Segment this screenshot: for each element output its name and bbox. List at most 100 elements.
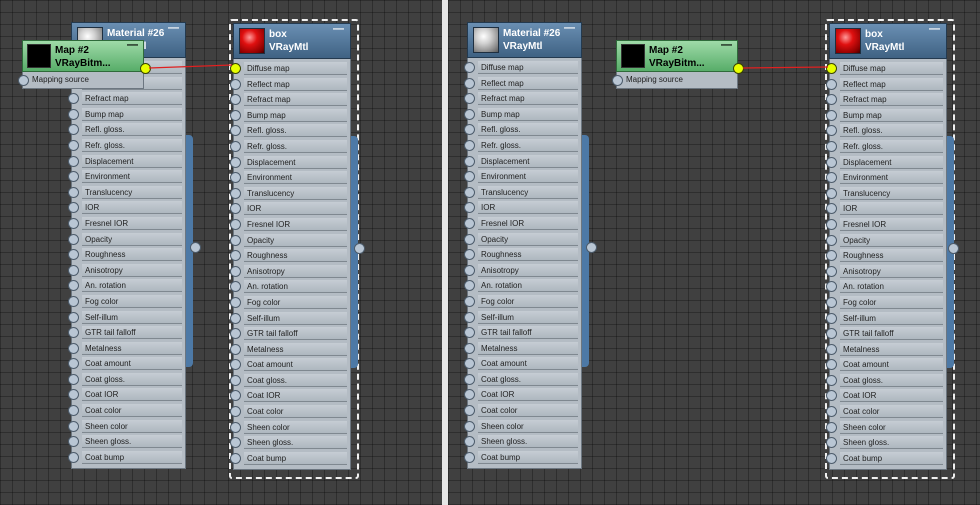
slot-coat-amount[interactable]: Coat amount — [464, 357, 578, 371]
slot-opacity[interactable]: Opacity — [464, 232, 578, 246]
slot-input-port[interactable] — [826, 234, 837, 246]
slot-input-port[interactable] — [464, 420, 475, 432]
slot-input-port[interactable] — [464, 389, 475, 401]
slot-self-illum[interactable]: Self-illum — [826, 311, 943, 325]
slot-fresnel-ior[interactable]: Fresnel IOR — [230, 217, 347, 231]
mapping-source-input-port[interactable] — [612, 75, 623, 86]
slot-input-port[interactable] — [464, 373, 475, 385]
slot-input-port[interactable] — [230, 63, 241, 74]
slot-roughness[interactable]: Roughness — [230, 249, 347, 263]
slot-opacity[interactable]: Opacity — [230, 233, 347, 247]
slot-coat-gloss[interactable]: Coat gloss. — [464, 372, 578, 386]
slot-input-port[interactable] — [464, 451, 475, 463]
slot-fog-color[interactable]: Fog color — [826, 295, 943, 309]
slot-input-port[interactable] — [230, 109, 241, 121]
slot-input-port[interactable] — [826, 140, 837, 152]
slot-coat-gloss[interactable]: Coat gloss. — [826, 373, 943, 387]
slot-input-port[interactable] — [464, 280, 475, 292]
slot-fresnel-ior[interactable]: Fresnel IOR — [826, 217, 943, 231]
slot-an-rotation[interactable]: An. rotation — [68, 279, 182, 293]
slot-input-port[interactable] — [68, 139, 79, 151]
slot-environment[interactable]: Environment — [230, 171, 347, 185]
slot-input-port[interactable] — [464, 139, 475, 151]
slot-displacement[interactable]: Displacement — [68, 154, 182, 168]
slot-input-port[interactable] — [464, 155, 475, 167]
slot-opacity[interactable]: Opacity — [826, 233, 943, 247]
slot-input-port[interactable] — [68, 264, 79, 276]
slot-input-port[interactable] — [68, 405, 79, 417]
minimize-icon[interactable]: — — [929, 23, 940, 35]
slot-coat-bump[interactable]: Coat bump — [68, 450, 182, 464]
slot-reflect-map[interactable]: Reflect map — [826, 77, 943, 91]
slot-refr-gloss[interactable]: Refr. gloss. — [68, 138, 182, 152]
slot-input-port[interactable] — [68, 280, 79, 292]
slot-ior[interactable]: IOR — [230, 202, 347, 216]
slot-input-port[interactable] — [826, 374, 837, 386]
slot-coat-amount[interactable]: Coat amount — [68, 357, 182, 371]
slot-input-port[interactable] — [464, 405, 475, 417]
slot-refr-gloss[interactable]: Refr. gloss. — [826, 139, 943, 153]
slot-sheen-color[interactable]: Sheen color — [230, 420, 347, 434]
slot-input-port[interactable] — [826, 250, 837, 262]
slot-coat-bump[interactable]: Coat bump — [826, 451, 943, 465]
slot-refl-gloss[interactable]: Refl. gloss. — [464, 123, 578, 137]
material-26-output-port[interactable] — [586, 242, 597, 253]
slot-input-port[interactable] — [826, 296, 837, 308]
slot-input-port[interactable] — [68, 358, 79, 370]
slot-input-port[interactable] — [230, 94, 241, 106]
slot-fog-color[interactable]: Fog color — [68, 294, 182, 308]
slot-translucency[interactable]: Translucency — [230, 186, 347, 200]
slot-input-port[interactable] — [826, 406, 837, 418]
map-2-mapping-source-slot[interactable]: Mapping source — [612, 72, 738, 89]
slot-self-illum[interactable]: Self-illum — [464, 310, 578, 324]
slot-sheen-color[interactable]: Sheen color — [68, 419, 182, 433]
slot-an-rotation[interactable]: An. rotation — [826, 280, 943, 294]
slot-displacement[interactable]: Displacement — [826, 155, 943, 169]
slot-input-port[interactable] — [68, 327, 79, 339]
slot-sheen-gloss[interactable]: Sheen gloss. — [68, 435, 182, 449]
slot-diffuse-map[interactable]: Diffuse map — [230, 62, 347, 75]
slot-reflect-map[interactable]: Reflect map — [464, 76, 578, 90]
slot-environment[interactable]: Environment — [68, 170, 182, 184]
map-2-node[interactable]: Map #2 VRayBitm... — Mapping source — [612, 39, 738, 97]
slot-roughness[interactable]: Roughness — [464, 248, 578, 262]
slot-input-port[interactable] — [826, 359, 837, 371]
minimize-icon[interactable]: — — [168, 22, 179, 34]
slot-an-rotation[interactable]: An. rotation — [464, 279, 578, 293]
slot-displacement[interactable]: Displacement — [230, 155, 347, 169]
material-26-node[interactable]: Material #26 VRayMtl — Diffuse map Reflec… — [464, 22, 589, 470]
slot-coat-color[interactable]: Coat color — [464, 404, 578, 418]
slot-input-port[interactable] — [464, 77, 475, 89]
slot-sheen-color[interactable]: Sheen color — [464, 419, 578, 433]
slot-input-port[interactable] — [68, 217, 79, 229]
slot-an-rotation[interactable]: An. rotation — [230, 280, 347, 294]
slot-roughness[interactable]: Roughness — [68, 248, 182, 262]
slot-coat-ior[interactable]: Coat IOR — [230, 389, 347, 403]
slot-self-illum[interactable]: Self-illum — [68, 310, 182, 324]
slot-anisotropy[interactable]: Anisotropy — [230, 264, 347, 278]
slot-input-port[interactable] — [68, 389, 79, 401]
slot-gtr-tail-falloff[interactable]: GTR tail falloff — [826, 327, 943, 341]
slot-input-port[interactable] — [826, 328, 837, 340]
slot-input-port[interactable] — [230, 78, 241, 90]
slot-input-port[interactable] — [464, 202, 475, 214]
minimize-icon[interactable]: — — [127, 39, 138, 51]
minimize-icon[interactable]: — — [564, 22, 575, 34]
slot-input-port[interactable] — [230, 234, 241, 246]
slot-input-port[interactable] — [68, 186, 79, 198]
slot-self-illum[interactable]: Self-illum — [230, 311, 347, 325]
slot-input-port[interactable] — [68, 171, 79, 183]
slot-coat-bump[interactable]: Coat bump — [464, 450, 578, 464]
map-2-output-port[interactable] — [733, 63, 744, 74]
slot-coat-ior[interactable]: Coat IOR — [68, 388, 182, 402]
slot-translucency[interactable]: Translucency — [826, 186, 943, 200]
slot-anisotropy[interactable]: Anisotropy — [464, 263, 578, 277]
box-node[interactable]: box VRayMtl — Diffuse map Reflect map Refr… — [230, 23, 358, 471]
map-2-output-port[interactable] — [140, 63, 151, 74]
slot-input-port[interactable] — [68, 155, 79, 167]
slot-refract-map[interactable]: Refract map — [464, 92, 578, 106]
slot-input-port[interactable] — [826, 218, 837, 230]
slot-coat-gloss[interactable]: Coat gloss. — [230, 373, 347, 387]
slot-input-port[interactable] — [464, 217, 475, 229]
box-header[interactable]: box VRayMtl — — [829, 23, 947, 59]
